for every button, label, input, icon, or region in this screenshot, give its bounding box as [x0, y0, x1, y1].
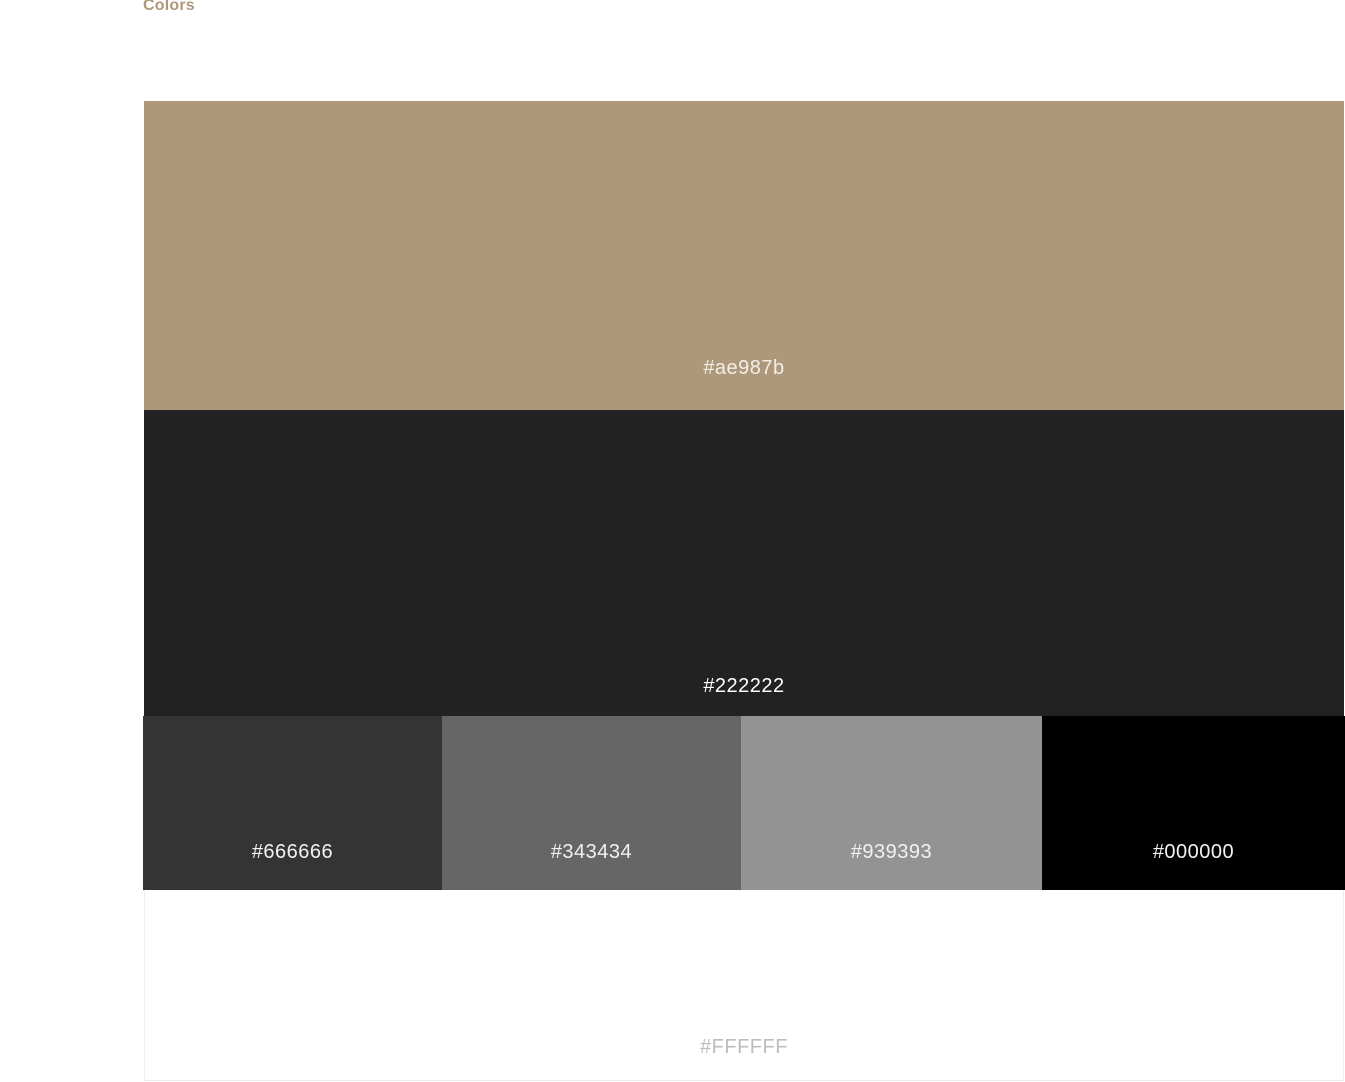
- color-swatch-label: #ae987b: [703, 357, 785, 379]
- color-swatch-label: #222222: [703, 675, 785, 697]
- color-swatch-gray-1: #666666: [143, 716, 442, 890]
- color-swatch-black: #000000: [1042, 716, 1345, 890]
- color-swatch-white: #FFFFFF: [144, 890, 1344, 1081]
- color-swatch-label: #343434: [550, 841, 633, 863]
- color-swatch-label: #000000: [1152, 841, 1235, 863]
- color-swatch-dark: #222222: [144, 410, 1344, 716]
- section-title: Colors: [143, 0, 195, 14]
- color-swatch-gray-2: #343434: [442, 716, 741, 890]
- color-swatch-row: #666666 #343434 #939393 #000000: [143, 716, 1345, 890]
- color-swatch-primary: #ae987b: [144, 101, 1344, 410]
- color-swatch-label: #939393: [850, 841, 933, 863]
- color-swatch-label: #666666: [251, 841, 334, 863]
- color-swatch-label: #FFFFFF: [700, 1036, 788, 1058]
- color-swatch-gray-3: #939393: [741, 716, 1042, 890]
